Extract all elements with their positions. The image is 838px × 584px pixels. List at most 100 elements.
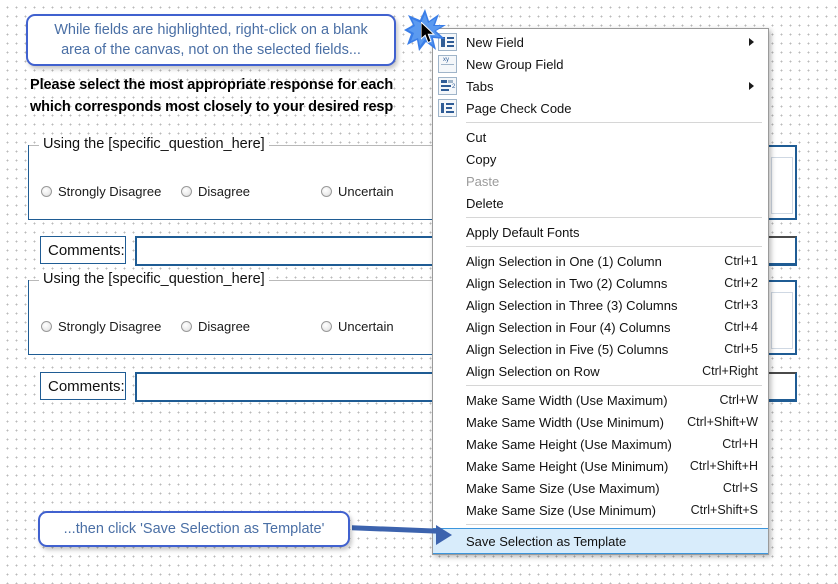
menu-item-label: Align Selection in Two (2) Columns (466, 275, 668, 291)
form-designer-canvas[interactable]: Please select the most appropriate respo… (0, 0, 838, 584)
menu-item-label: Make Same Width (Use Maximum) (466, 392, 668, 408)
menu-item-align-selection-on-row[interactable]: Align Selection on Row Ctrl+Right (433, 360, 768, 382)
menu-separator (466, 524, 762, 525)
menu-item-align-selection-in-one-1-column[interactable]: Align Selection in One (1) Column Ctrl+1 (433, 250, 768, 272)
callout-top-line-2: area of the canvas, not on the selected … (61, 42, 361, 58)
menu-item-shortcut: Ctrl+5 (724, 342, 758, 356)
menu-item-shortcut: Ctrl+H (722, 437, 758, 451)
selected-field-panel-right-3[interactable] (765, 280, 797, 355)
question-group-2-options: Strongly Disagree Disagree Uncertain (41, 319, 461, 334)
menu-item-shortcut: Ctrl+3 (724, 298, 758, 312)
radio-icon (321, 186, 332, 197)
selected-field-panel-right-2[interactable] (765, 236, 797, 266)
comments-label-2[interactable]: Comments: (40, 372, 126, 400)
question-group-2-legend: Using the [specific_question_here] (39, 271, 269, 287)
comments-label-1[interactable]: Comments: (40, 236, 126, 264)
menu-item-shortcut: Ctrl+4 (724, 320, 758, 334)
callout-top-line-1: While fields are highlighted, right-clic… (54, 22, 368, 38)
radio-icon (41, 186, 52, 197)
menu-item-delete[interactable]: Delete (433, 192, 768, 214)
menu-item-label: New Field (466, 34, 524, 50)
radio-icon (181, 186, 192, 197)
menu-item-shortcut: Ctrl+Shift+W (687, 415, 758, 429)
radio-option-strongly-disagree[interactable]: Strongly Disagree (41, 319, 181, 334)
menu-item-shortcut: Ctrl+Shift+H (689, 459, 758, 473)
radio-option-disagree[interactable]: Disagree (181, 319, 321, 334)
radio-option-disagree[interactable]: Disagree (181, 184, 321, 199)
menu-item-page-check-code[interactable]: Page Check Code (433, 97, 768, 119)
radio-option-label: Strongly Disagree (58, 319, 162, 334)
new-group-field-icon: xy (438, 55, 457, 73)
menu-item-align-selection-in-four-4-columns[interactable]: Align Selection in Four (4) Columns Ctrl+… (433, 316, 768, 338)
question-group-1-options: Strongly Disagree Disagree Uncertain (41, 184, 461, 199)
radio-option-label: Uncertain (338, 319, 394, 334)
callout-top: While fields are highlighted, right-clic… (26, 14, 396, 66)
menu-item-cut[interactable]: Cut (433, 126, 768, 148)
menu-item-shortcut: Ctrl+W (719, 393, 758, 407)
menu-item-label: Apply Default Fonts (466, 224, 580, 240)
tabs-icon: 2 (438, 77, 457, 95)
panel-inner-outline (771, 157, 793, 214)
chevron-right-icon (749, 38, 754, 46)
menu-item-align-selection-in-two-2-columns[interactable]: Align Selection in Two (2) Columns Ctrl+2 (433, 272, 768, 294)
menu-item-make-same-size-use-maximum[interactable]: Make Same Size (Use Maximum) Ctrl+S (433, 477, 768, 499)
menu-item-label: Paste (466, 173, 500, 189)
callout-arrow-shaft (352, 525, 440, 534)
menu-item-label: Save Selection as Template (466, 533, 627, 549)
callout-arrow-head (436, 525, 452, 545)
menu-separator (466, 385, 762, 386)
menu-item-label: Align Selection in Three (3) Columns (466, 297, 678, 313)
question-group-1-legend: Using the [specific_question_here] (39, 136, 269, 152)
menu-item-align-selection-in-five-5-columns[interactable]: Align Selection in Five (5) Columns Ctrl+… (433, 338, 768, 360)
page-check-code-icon (438, 99, 457, 117)
menu-item-label: Delete (466, 195, 504, 211)
callout-bottom: ...then click 'Save Selection as Templat… (38, 511, 350, 547)
radio-option-strongly-disagree[interactable]: Strongly Disagree (41, 184, 181, 199)
menu-item-new-group-field[interactable]: xy New Group Field (433, 53, 768, 75)
menu-item-make-same-height-use-maximum[interactable]: Make Same Height (Use Maximum) Ctrl+H (433, 433, 768, 455)
menu-item-make-same-width-use-minimum[interactable]: Make Same Width (Use Minimum) Ctrl+Shift+… (433, 411, 768, 433)
menu-item-shortcut: Ctrl+2 (724, 276, 758, 290)
radio-icon (181, 321, 192, 332)
callout-bottom-text: ...then click 'Save Selection as Templat… (63, 521, 325, 537)
menu-item-apply-default-fonts[interactable]: Apply Default Fonts (433, 221, 768, 243)
selected-field-panel-right-1[interactable] (765, 145, 797, 220)
radio-option-label: Strongly Disagree (58, 184, 162, 199)
menu-item-label: Align Selection in One (1) Column (466, 253, 662, 269)
menu-item-make-same-height-use-minimum[interactable]: Make Same Height (Use Minimum) Ctrl+Shift… (433, 455, 768, 477)
radio-option-label: Disagree (198, 319, 251, 334)
menu-separator (466, 246, 762, 247)
menu-item-shortcut: Ctrl+S (722, 481, 758, 495)
menu-item-label: Make Same Width (Use Minimum) (466, 414, 664, 430)
menu-item-copy[interactable]: Copy (433, 148, 768, 170)
canvas-context-menu[interactable]: New Field xy New Group Field 2 Tabs Page Chec… (432, 28, 769, 555)
menu-separator (466, 217, 762, 218)
radio-option-label: Uncertain (338, 184, 394, 199)
menu-item-shortcut: Ctrl+Right (702, 364, 758, 378)
menu-item-make-same-size-use-minimum[interactable]: Make Same Size (Use Minimum) Ctrl+Shift+S (433, 499, 768, 521)
menu-item-label: Align Selection in Five (5) Columns (466, 341, 669, 357)
menu-item-shortcut: Ctrl+Shift+S (690, 503, 758, 517)
menu-item-new-field[interactable]: New Field (433, 31, 768, 53)
form-heading-line-1: Please select the most appropriate respo… (30, 77, 394, 93)
menu-item-tabs[interactable]: 2 Tabs (433, 75, 768, 97)
menu-item-paste: Paste (433, 170, 768, 192)
menu-separator (466, 122, 762, 123)
selected-field-panel-right-4[interactable] (765, 372, 797, 402)
menu-item-make-same-width-use-maximum[interactable]: Make Same Width (Use Maximum) Ctrl+W (433, 389, 768, 411)
menu-item-label: Tabs (466, 78, 494, 94)
radio-option-label: Disagree (198, 184, 251, 199)
form-heading-line-2: which corresponds most closely to your d… (30, 99, 394, 115)
menu-item-list: New Field xy New Group Field 2 Tabs Page Chec… (433, 31, 768, 554)
menu-item-shortcut: Ctrl+1 (724, 254, 758, 268)
menu-item-label: Make Same Height (Use Minimum) (466, 458, 669, 474)
radio-icon (41, 321, 52, 332)
menu-item-label: Make Same Height (Use Maximum) (466, 436, 672, 452)
form-heading: Please select the most appropriate respo… (30, 74, 500, 118)
radio-icon (321, 321, 332, 332)
menu-item-align-selection-in-three-3-columns[interactable]: Align Selection in Three (3) Columns Ctrl… (433, 294, 768, 316)
menu-item-save-selection-as-template[interactable]: Save Selection as Template (433, 528, 768, 554)
menu-item-label: Copy (466, 151, 497, 167)
panel-inner-outline (771, 292, 793, 349)
menu-item-label: Make Same Size (Use Minimum) (466, 502, 656, 518)
